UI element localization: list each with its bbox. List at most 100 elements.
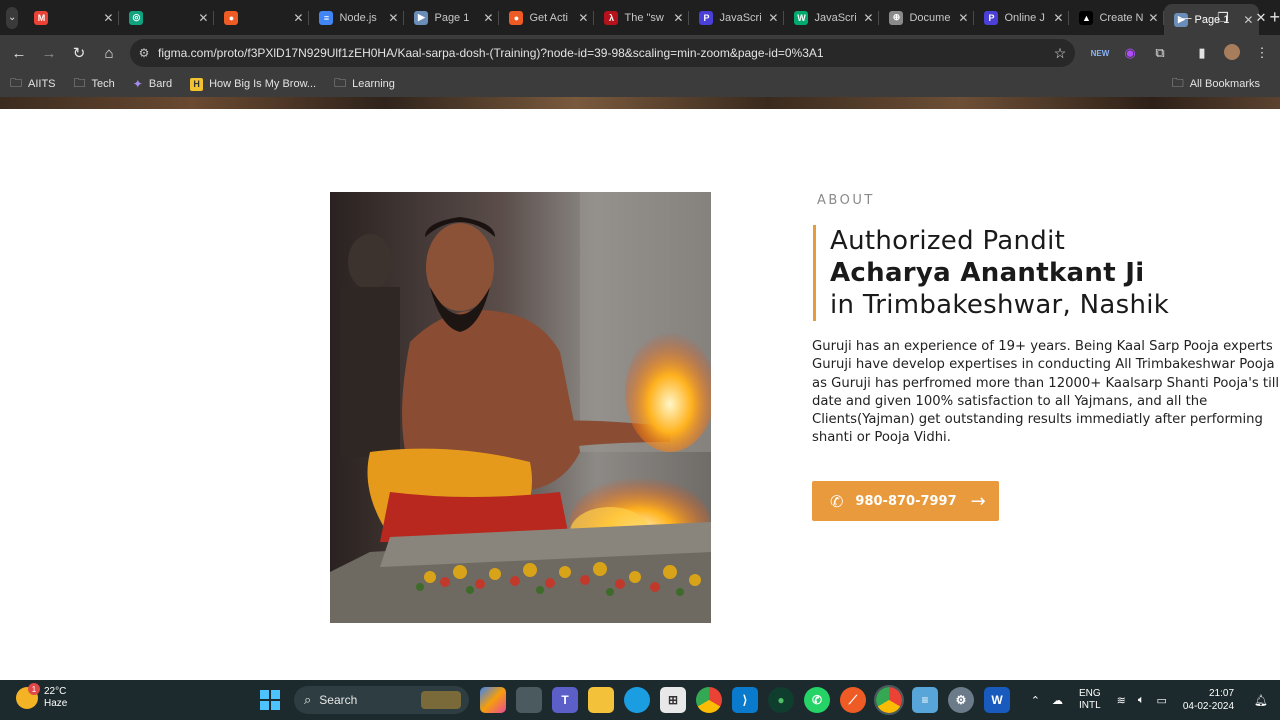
bookmark-item[interactable]: 🗀 Tech [74,74,115,95]
w3schools-icon: W [794,10,809,25]
new-extension-icon[interactable]: NEW [1085,49,1115,58]
forward-arrow-icon[interactable]: → [34,45,64,62]
bookmark-item[interactable]: 🗀 Learning [334,74,395,95]
close-tab-icon[interactable]: ✕ [198,11,208,25]
settings-gear-icon[interactable]: ⚙ [948,687,974,713]
weather-desc: Haze [44,698,68,709]
folder-icon: 🗀 [1171,75,1184,90]
folder-icon: 🗀 [10,75,23,90]
search-icon: ⌕ [304,692,312,707]
close-tab-icon[interactable]: ✕ [1053,11,1063,25]
tab-search-chevron-icon[interactable]: ⌄ [6,6,19,29]
notification-bell-icon[interactable]: 🔔︎ [1254,694,1268,707]
tab-title: Node.js [339,11,377,24]
postman-icon: ● [224,10,239,25]
browser-tab[interactable]: ≡ Node.js ✕ [309,0,405,35]
reload-icon[interactable]: ↻ [64,44,94,62]
bookmark-label: Bard [148,78,173,90]
tab-title: The "sw [624,11,664,24]
onedrive-cloud-icon[interactable]: ☁ [1052,694,1063,707]
notification-badge: 1 [28,683,40,695]
browser-tab[interactable]: M ✕ [24,0,120,35]
search-highlight-image [421,691,461,709]
close-window-icon[interactable]: ✕ [1242,10,1280,26]
bookmark-item[interactable]: H How Big Is My Brow... [190,74,316,95]
browser-tab[interactable]: ⊕ Docume ✕ [879,0,975,35]
header-image-strip [0,97,1280,109]
bookmark-star-icon[interactable]: ☆ [1045,45,1075,62]
battery-icon[interactable]: ▭ [1156,694,1166,707]
window-controls: — ❐ ✕ [1166,0,1280,35]
volume-icon[interactable]: 🔈︎ [1138,694,1145,707]
url-text[interactable]: figma.com/proto/f3PXlD17N929Ulf1zEH0HA/K… [158,46,1045,60]
word-icon[interactable]: W [984,687,1010,713]
task-view-icon[interactable] [516,687,542,713]
home-icon[interactable]: ⌂ [94,45,124,62]
file-explorer-icon[interactable] [588,687,614,713]
browser-tab[interactable]: λ The "sw ✕ [594,0,690,35]
edge-icon[interactable] [624,687,650,713]
windows-taskbar: 1 22°C Haze ⌕ Search T ⊞ ⟩ ● ✆ ⟋ ≡ ⚙ W ⌃ [0,680,1280,720]
browser-tab[interactable]: ▶ Page 1 ✕ [404,0,500,35]
copilot-icon[interactable] [480,687,506,713]
close-tab-icon[interactable]: ✕ [958,11,968,25]
browser-tab[interactable]: P JavaScri ✕ [689,0,785,35]
all-bookmarks-button[interactable]: 🗀 All Bookmarks [1172,74,1260,95]
windows-start-icon[interactable] [257,687,283,713]
language-indicator[interactable]: ENG INTL [1079,688,1101,712]
close-tab-icon[interactable]: ✕ [673,11,683,25]
close-tab-icon[interactable]: ✕ [578,11,588,25]
postman-icon[interactable]: ⟋ [840,687,866,713]
site-info-icon[interactable]: ⚙ [130,46,158,60]
bookmark-item[interactable]: 🗀 AIITS [10,74,56,95]
restore-icon[interactable]: ❐ [1204,10,1242,26]
close-tab-icon[interactable]: ✕ [103,11,113,25]
back-arrow-icon[interactable]: ← [4,45,34,62]
store-icon[interactable]: ⊞ [660,687,686,713]
close-tab-icon[interactable]: ✕ [483,11,493,25]
taskbar-apps: ⌕ Search T ⊞ ⟩ ● ✆ ⟋ ≡ ⚙ W [252,680,1015,720]
clock[interactable]: 21:07 04-02-2024 [1183,687,1234,713]
hbimb-icon: H [190,77,204,91]
folder-icon: 🗀 [73,75,86,90]
side-panel-icon[interactable]: ▮ [1187,45,1217,61]
notepad-icon[interactable]: ≡ [912,687,938,713]
tray-chevron-up-icon[interactable]: ⌃ [1031,694,1040,707]
js-icon: P [984,10,999,25]
bookmark-label: Tech [91,78,115,90]
chrome-icon[interactable] [696,687,722,713]
omnibox[interactable]: ⚙ figma.com/proto/f3PXlD17N929Ulf1zEH0HA… [130,39,1075,67]
weather-temp: 22°C [44,686,67,697]
puzzle-extensions-icon[interactable]: ⧉ [1145,45,1175,61]
minimize-icon[interactable]: — [1166,10,1204,25]
about-description: Guruji has an experience of 19+ years. B… [812,339,1280,446]
close-tab-icon[interactable]: ✕ [293,11,303,25]
browser-tab[interactable]: ▲ Create N ✕ [1069,0,1165,35]
browser-tab[interactable]: P Online J ✕ [974,0,1070,35]
weather-widget[interactable]: 1 22°C Haze [16,683,68,710]
menu-kebab-icon[interactable]: ⋮ [1247,45,1277,61]
profile-avatar[interactable] [1217,43,1247,63]
taskbar-search[interactable]: ⌕ Search [294,686,469,714]
heading-line-name: Acharya Anantkant Ji [830,258,1145,288]
browser-tab[interactable]: W JavaScri ✕ [784,0,880,35]
wifi-icon[interactable]: ≋ [1117,694,1126,707]
bookmark-item[interactable]: ✦ Bard [133,74,172,95]
bookmarks-bar: 🗀 AIITS 🗀 Tech ✦ Bard H How Big Is My Brow... 🗀 L… [0,71,1280,97]
teams-icon[interactable]: T [552,687,578,713]
browser-tab[interactable]: ● ✕ [214,0,310,35]
vscode-icon[interactable]: ⟩ [732,687,758,713]
close-tab-icon[interactable]: ✕ [863,11,873,25]
heading-line-3: in Trimbakeshwar, Nashik [830,290,1170,320]
close-tab-icon[interactable]: ✕ [1148,11,1158,25]
record-extension-icon[interactable]: ◉ [1115,45,1145,61]
whatsapp-icon[interactable]: ✆ [804,687,830,713]
mongodb-compass-icon[interactable]: ● [768,687,794,713]
browser-tab[interactable]: ◎ ✕ [119,0,215,35]
close-tab-icon[interactable]: ✕ [388,11,398,25]
chrome-active-icon[interactable] [874,685,904,715]
close-tab-icon[interactable]: ✕ [768,11,778,25]
browser-tab[interactable]: ● Get Acti ✕ [499,0,595,35]
lang-layout: INTL [1078,700,1101,711]
call-phone-button[interactable]: ✆ 980-870-7997 → [812,481,999,521]
